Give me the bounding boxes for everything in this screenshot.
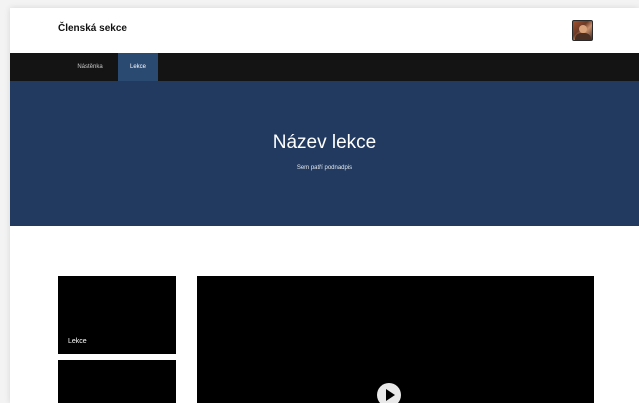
lesson-page: Členská sekce Nástěnka Lekce Název lekce… [10,8,639,403]
sidebar-card-label: Lekce [68,338,87,345]
nav-item-nastenka[interactable]: Nástěnka [66,53,114,81]
main-nav: Nástěnka Lekce [10,53,639,81]
nav-item-lekce[interactable]: Lekce [118,53,158,81]
avatar-body [575,33,591,40]
sidebar-lesson-card[interactable]: Lekce [58,276,176,354]
play-icon[interactable] [377,383,401,403]
site-title[interactable]: Členská sekce [58,23,127,34]
video-player[interactable] [197,276,594,403]
avatar-face [579,25,587,33]
lesson-subtitle: Sem patří podnadpis [296,165,353,171]
lesson-title: Název lekce [272,132,377,153]
hero-banner: Název lekce Sem patří podnadpis [10,81,639,226]
top-bar: Členská sekce [10,8,639,53]
user-avatar[interactable] [572,20,593,41]
sidebar-lesson-card-2[interactable] [58,360,176,403]
